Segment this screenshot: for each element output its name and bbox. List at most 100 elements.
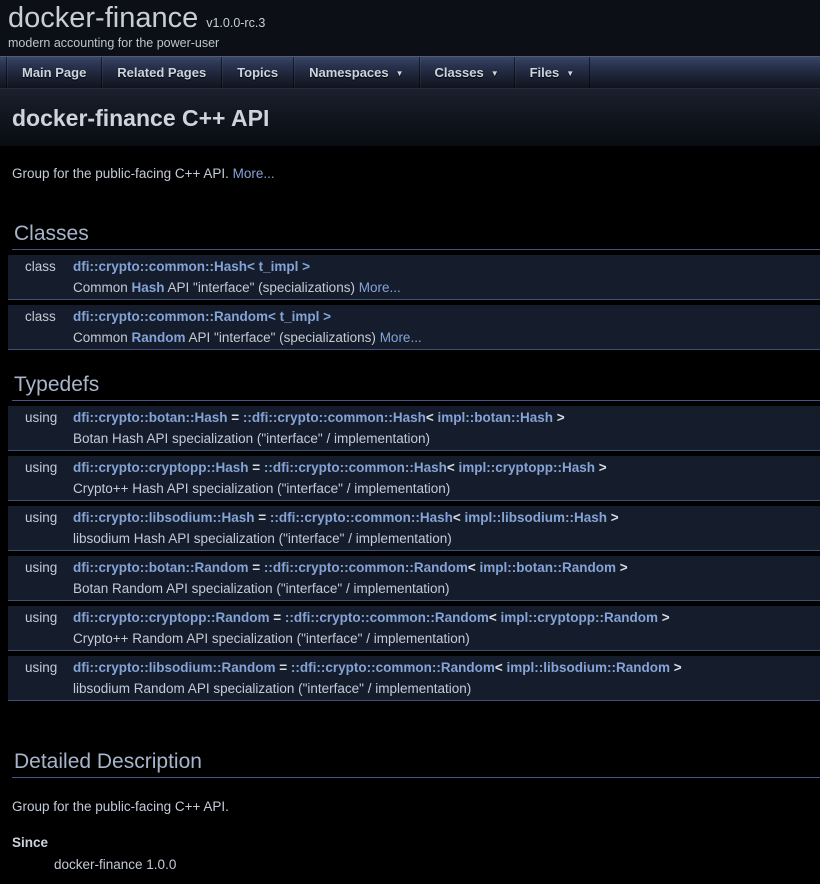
typedef-entry: using dfi::crypto::libsodium::Random = :… xyxy=(8,656,820,701)
nav-tab-topics[interactable]: Topics xyxy=(222,57,294,88)
typedef-target-link[interactable]: ::dfi::crypto::common::Hash xyxy=(270,510,453,525)
section-heading-detailed-description: Detailed Description xyxy=(12,749,820,778)
typedef-declaration-row: using dfi::crypto::cryptopp::Hash = ::df… xyxy=(8,456,820,478)
page-title: docker-finance C++ API xyxy=(12,105,820,132)
nav-tab-label: Main Page xyxy=(22,65,86,80)
nav-tab-main-page[interactable]: Main Page xyxy=(6,57,102,88)
angle-close: > xyxy=(607,510,619,525)
angle-close: > xyxy=(595,460,607,475)
angle-open: < xyxy=(495,660,507,675)
typedef-alias-link[interactable]: dfi::crypto::botan::Random xyxy=(73,560,248,575)
typedef-target-link[interactable]: ::dfi::crypto::common::Random xyxy=(264,560,468,575)
typedef-param-link[interactable]: impl::cryptopp::Random xyxy=(501,610,659,625)
equals-sign: = xyxy=(269,610,284,625)
typedef-alias-link[interactable]: dfi::crypto::libsodium::Random xyxy=(73,660,275,675)
more-link[interactable]: More... xyxy=(359,280,401,295)
chevron-down-icon: ▼ xyxy=(396,69,404,78)
main-nav: Main Page Related Pages Topics Namespace… xyxy=(0,56,820,88)
section-heading-classes: Classes xyxy=(12,221,820,250)
equals-sign: = xyxy=(248,560,263,575)
desc-text: Common xyxy=(73,330,132,345)
typedef-entry: using dfi::crypto::botan::Hash = ::dfi::… xyxy=(8,406,820,451)
desc-text: libsodium Random API specialization ("in… xyxy=(73,680,814,697)
typedef-param-link[interactable]: impl::botan::Random xyxy=(479,560,615,575)
nav-tab-label: Files xyxy=(530,65,560,80)
keyword: using xyxy=(8,409,73,426)
detailed-description-text: Group for the public-facing C++ API. xyxy=(12,798,820,815)
equals-sign: = xyxy=(255,510,270,525)
project-brief: modern accounting for the power-user xyxy=(8,36,820,50)
typedef-description-row: Crypto++ Hash API specialization ("inter… xyxy=(8,478,820,500)
contents: Group for the public-facing C++ API. Mor… xyxy=(0,165,820,883)
project-version: v1.0.0-rc.3 xyxy=(206,16,265,30)
typedef-param-link[interactable]: impl::botan::Hash xyxy=(438,410,554,425)
typedef-description-row: Crypto++ Random API specialization ("int… xyxy=(8,628,820,650)
classes-table: class dfi::crypto::common::Hash< t_impl … xyxy=(8,255,820,350)
angle-close: > xyxy=(670,660,682,675)
title-area: docker-finance v1.0.0-rc.3 xyxy=(8,2,820,34)
masthead: docker-finance v1.0.0-rc.3 modern account… xyxy=(0,0,820,56)
chevron-down-icon: ▼ xyxy=(566,69,574,78)
typedef-entry: using dfi::crypto::libsodium::Hash = ::d… xyxy=(8,506,820,551)
keyword: class xyxy=(8,308,73,325)
typedef-alias-link[interactable]: dfi::crypto::botan::Hash xyxy=(73,410,227,425)
section-heading-typedefs: Typedefs xyxy=(12,372,820,401)
typedef-entry: using dfi::crypto::cryptopp::Hash = ::df… xyxy=(8,456,820,501)
nav-tab-label: Related Pages xyxy=(117,65,206,80)
keyword: using xyxy=(8,509,73,526)
typedef-description-row: Botan Random API specialization ("interf… xyxy=(8,578,820,600)
angle-close: > xyxy=(658,610,670,625)
since-block: Since docker-finance 1.0.0 xyxy=(12,834,820,873)
angle-close: > xyxy=(553,410,565,425)
class-link[interactable]: dfi::crypto::common::Random< t_impl > xyxy=(73,309,331,324)
typedef-declaration-row: using dfi::crypto::cryptopp::Random = ::… xyxy=(8,606,820,628)
class-description-row: Common Hash API "interface" (specializat… xyxy=(8,277,820,299)
more-link[interactable]: More... xyxy=(233,166,275,181)
nav-tab-files[interactable]: Files ▼ xyxy=(515,57,591,88)
chevron-down-icon: ▼ xyxy=(491,69,499,78)
typedef-target-link[interactable]: ::dfi::crypto::common::Random xyxy=(291,660,495,675)
desc-text: Common xyxy=(73,280,132,295)
desc-text: Crypto++ Random API specialization ("int… xyxy=(73,630,814,647)
desc-text: libsodium Hash API specialization ("inte… xyxy=(73,530,814,547)
typedef-target-link[interactable]: ::dfi::crypto::common::Hash xyxy=(264,460,447,475)
keyword: class xyxy=(8,258,73,275)
nav-tab-related-pages[interactable]: Related Pages xyxy=(102,57,222,88)
typedef-target-link[interactable]: ::dfi::crypto::common::Hash xyxy=(243,410,426,425)
typedef-entry: using dfi::crypto::cryptopp::Random = ::… xyxy=(8,606,820,651)
class-link[interactable]: Hash xyxy=(132,280,165,295)
desc-text: Botan Hash API specialization ("interfac… xyxy=(73,430,814,447)
angle-close: > xyxy=(616,560,628,575)
since-value: docker-finance 1.0.0 xyxy=(54,856,820,873)
equals-sign: = xyxy=(227,410,242,425)
nav-tab-label: Topics xyxy=(237,65,278,80)
page-header: docker-finance C++ API xyxy=(0,88,820,146)
desc-text: Crypto++ Hash API specialization ("inter… xyxy=(73,480,814,497)
angle-open: < xyxy=(468,560,480,575)
nav-tab-label: Namespaces xyxy=(309,65,389,80)
typedef-entry: using dfi::crypto::botan::Random = ::dfi… xyxy=(8,556,820,601)
typedef-target-link[interactable]: ::dfi::crypto::common::Random xyxy=(285,610,489,625)
typedef-alias-link[interactable]: dfi::crypto::cryptopp::Hash xyxy=(73,460,249,475)
desc-text: API "interface" (specializations) xyxy=(165,280,359,295)
typedef-param-link[interactable]: impl::libsodium::Hash xyxy=(465,510,608,525)
summary-text: Group for the public-facing C++ API. xyxy=(12,166,233,181)
class-link[interactable]: Random xyxy=(132,330,186,345)
typedef-alias-link[interactable]: dfi::crypto::cryptopp::Random xyxy=(73,610,269,625)
keyword: using xyxy=(8,609,73,626)
project-name: docker-finance xyxy=(8,2,198,34)
angle-open: < xyxy=(447,460,459,475)
typedef-param-link[interactable]: impl::cryptopp::Hash xyxy=(459,460,596,475)
class-link[interactable]: dfi::crypto::common::Hash< t_impl > xyxy=(73,259,310,274)
angle-open: < xyxy=(489,610,501,625)
nav-tab-classes[interactable]: Classes ▼ xyxy=(420,57,515,88)
typedef-declaration-row: using dfi::crypto::libsodium::Random = :… xyxy=(8,656,820,678)
class-entry: class dfi::crypto::common::Random< t_imp… xyxy=(8,305,820,350)
typedef-declaration-row: using dfi::crypto::botan::Hash = ::dfi::… xyxy=(8,406,820,428)
typedef-param-link[interactable]: impl::libsodium::Random xyxy=(507,660,670,675)
nav-tab-namespaces[interactable]: Namespaces ▼ xyxy=(294,57,419,88)
keyword: using xyxy=(8,659,73,676)
more-link[interactable]: More... xyxy=(380,330,422,345)
typedef-alias-link[interactable]: dfi::crypto::libsodium::Hash xyxy=(73,510,255,525)
nav-tab-label: Classes xyxy=(435,65,484,80)
